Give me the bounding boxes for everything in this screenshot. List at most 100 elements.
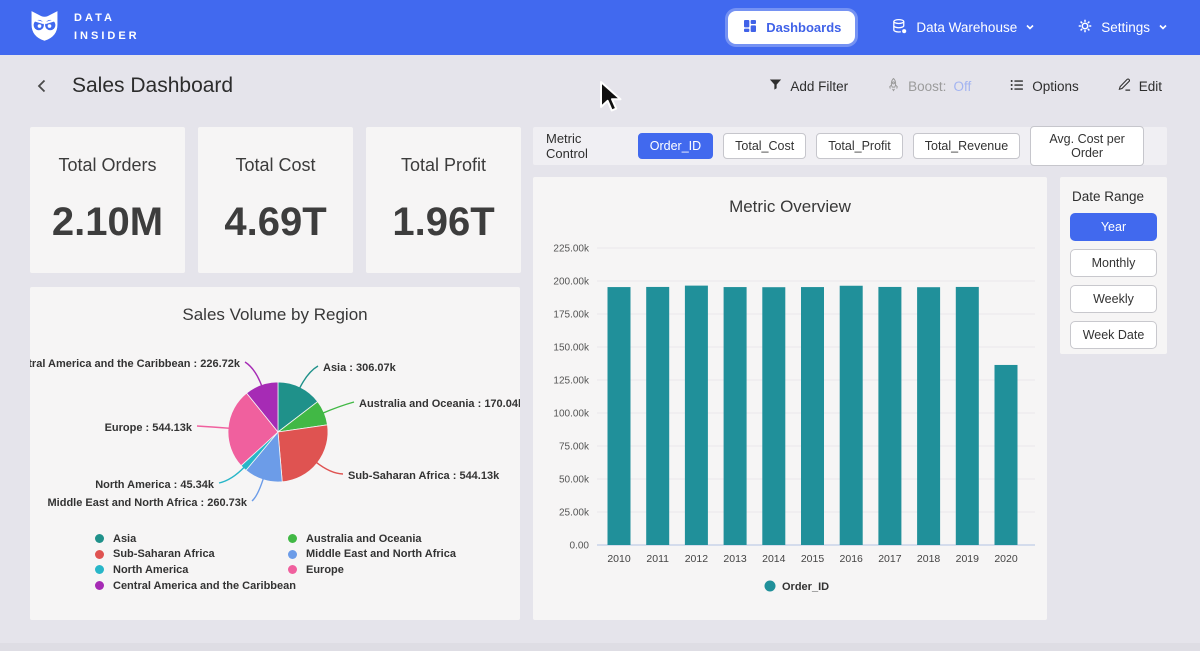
date-range-year[interactable]: Year [1070, 213, 1157, 241]
pie-leader-line [252, 478, 264, 501]
metric-control-label: Metric Control [546, 131, 624, 161]
pie-leader-line [322, 402, 354, 413]
boost-toggle[interactable]: Boost: Off [880, 76, 977, 96]
legend-label: Europe [306, 564, 344, 576]
x-tick-label: 2011 [646, 553, 669, 565]
bottom-strip [0, 643, 1200, 651]
y-tick-label: 25.00k [559, 508, 590, 519]
nav-data-warehouse-label: Data Warehouse [916, 20, 1017, 35]
gear-icon [1077, 18, 1093, 37]
kpi-card-total-cost: Total Cost 4.69T [198, 127, 353, 273]
date-range-label: Date Range [1072, 189, 1157, 204]
database-icon [891, 18, 908, 38]
bar-2010[interactable] [608, 287, 631, 545]
bar-2014[interactable] [762, 287, 785, 545]
legend-label: Asia [113, 533, 136, 545]
pie-slice-sub-saharan-africa[interactable] [278, 425, 328, 482]
legend-dot [95, 550, 104, 559]
pencil-icon [1117, 77, 1132, 95]
kpi-label: Total Profit [401, 155, 486, 176]
x-tick-label: 2012 [685, 553, 709, 565]
legend-label: Australia and Oceania [306, 533, 422, 545]
options-button[interactable]: Options [1003, 76, 1085, 97]
y-tick-label: 75.00k [559, 442, 590, 453]
metric-chip-order-id[interactable]: Order_ID [638, 133, 713, 159]
y-tick-label: 225.00k [553, 244, 590, 255]
legend-label: North America [113, 564, 188, 576]
bar-2020[interactable] [995, 365, 1018, 545]
legend-dot [288, 550, 297, 559]
pie-chart-panel: Sales Volume by Region Asia : 306.07kAus… [30, 287, 520, 620]
list-options-icon [1009, 77, 1025, 96]
dashboard-grid-icon [742, 18, 758, 37]
legend-item-europe[interactable]: Europe [288, 562, 456, 578]
owl-logo-icon [26, 7, 63, 49]
legend-item-north-america[interactable]: North America [95, 562, 288, 578]
y-tick-label: 150.00k [553, 343, 590, 354]
date-range-monthly[interactable]: Monthly [1070, 249, 1157, 277]
kpi-value: 1.96T [392, 200, 494, 245]
legend-item-middle-east-and-north-africa[interactable]: Middle East and North Africa [288, 547, 456, 563]
bar-2019[interactable] [956, 287, 979, 545]
bar-2011[interactable] [646, 287, 669, 545]
legend-dot [95, 565, 104, 574]
nav-data-warehouse-button[interactable]: Data Warehouse [885, 17, 1041, 39]
top-navbar: DATA INSIDER Dashboards Da [0, 0, 1200, 55]
metric-chip-total-cost[interactable]: Total_Cost [723, 133, 806, 159]
rocket-icon [886, 77, 901, 95]
legend-item-asia[interactable]: Asia [95, 531, 288, 547]
date-range-week-date[interactable]: Week Date [1070, 321, 1157, 349]
pie-leader-line [219, 467, 245, 483]
pie-leader-line [197, 426, 230, 428]
kpi-label: Total Orders [58, 155, 156, 176]
pie-slice-label: Australia and Oceania : 170.04k [359, 398, 520, 410]
bar-2013[interactable] [724, 287, 747, 545]
legend-item-australia-and-oceania[interactable]: Australia and Oceania [288, 531, 456, 547]
legend-item-sub-saharan-africa[interactable]: Sub-Saharan Africa [95, 547, 288, 563]
nav-dashboards-button[interactable]: Dashboards [728, 11, 855, 44]
kpi-card-total-profit: Total Profit 1.96T [366, 127, 521, 273]
x-tick-label: 2019 [956, 553, 980, 565]
pie-slice-label: Middle East and North Africa : 260.73k [48, 497, 248, 509]
back-button[interactable] [32, 76, 52, 96]
bar-2017[interactable] [878, 287, 901, 545]
nav-settings-button[interactable]: Settings [1071, 17, 1174, 38]
kpi-value: 2.10M [52, 200, 163, 245]
metric-chip-total-profit[interactable]: Total_Profit [816, 133, 903, 159]
date-range-panel: Date Range Year Monthly Weekly Week Date [1060, 177, 1167, 354]
date-range-weekly[interactable]: Weekly [1070, 285, 1157, 313]
page-header: Sales Dashboard Add Filter Boost: Off [0, 55, 1200, 117]
kpi-card-total-orders: Total Orders 2.10M [30, 127, 185, 273]
pie-slice-label: Europe : 544.13k [105, 422, 193, 434]
bar-2012[interactable] [685, 286, 708, 545]
metric-chip-total-revenue[interactable]: Total_Revenue [913, 133, 1020, 159]
y-tick-label: 125.00k [553, 376, 590, 387]
chevron-down-icon [1025, 20, 1035, 35]
brand-text: DATA INSIDER [74, 10, 140, 44]
page-title: Sales Dashboard [72, 74, 233, 98]
x-tick-label: 2018 [917, 553, 941, 565]
y-tick-label: 200.00k [553, 277, 590, 288]
bar-2015[interactable] [801, 287, 824, 545]
bar-chart: 225.00k200.00k175.00k150.00k125.00k100.0… [533, 177, 1047, 620]
edit-button[interactable]: Edit [1111, 76, 1168, 96]
legend-dot [95, 581, 104, 590]
legend-dot [288, 534, 297, 543]
legend-item-central-america-and-the-caribbean[interactable]: Central America and the Caribbean [95, 578, 288, 594]
kpi-label: Total Cost [235, 155, 315, 176]
metric-chip-avg-cost-per-order[interactable]: Avg. Cost per Order [1030, 126, 1144, 166]
pie-legend: Asia Sub-Saharan AfricaNorth America Centr… [95, 531, 456, 593]
legend-dot [95, 534, 104, 543]
y-tick-label: 175.00k [553, 310, 590, 321]
pie-slice-label: North America : 45.34k [95, 479, 215, 491]
bar-2016[interactable] [840, 286, 863, 545]
y-tick-label: 0.00 [570, 541, 590, 552]
x-tick-label: 2014 [762, 553, 786, 565]
legend-dot [288, 565, 297, 574]
x-tick-label: 2016 [840, 553, 864, 565]
x-tick-label: 2015 [801, 553, 825, 565]
bar-legend-label[interactable]: Order_ID [782, 581, 829, 593]
x-tick-label: 2020 [994, 553, 1018, 565]
add-filter-button[interactable]: Add Filter [762, 76, 854, 96]
bar-2018[interactable] [917, 287, 940, 545]
